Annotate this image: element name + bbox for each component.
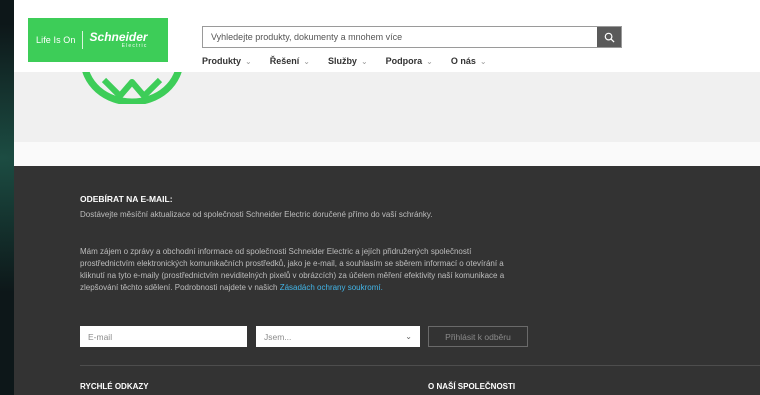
nav-item-produkty[interactable]: Produkty ⌄ [202,56,252,66]
email-field[interactable] [80,326,247,347]
subscribe-button[interactable]: Přihlásit k odběru [428,326,528,347]
about-title: O NAŠÍ SPOLEČNOSTI [428,382,516,391]
role-select-value: Jsem... [264,331,292,342]
web-page: Life Is On Schneider Electric Produkty ⌄ [14,0,760,395]
nav-item-reseni[interactable]: Řešení ⌄ [270,56,310,66]
search-bar [202,26,622,48]
logo-mark [80,72,184,104]
chevron-down-icon: ⌄ [360,56,368,66]
nav-item-sluzby[interactable]: Služby ⌄ [328,56,368,66]
privacy-policy-link[interactable]: Zásadách ochrany soukromí. [280,283,383,292]
chevron-down-icon: ⌄ [426,56,433,66]
footer-divider [80,365,760,366]
search-icon [604,32,615,43]
nav-label: Služby [327,56,357,66]
nav-item-o-nas[interactable]: O nás ⌄ [451,56,487,66]
logo-tagline: Life Is On [36,35,76,45]
logo-separator [81,31,83,49]
main-nav: Produkty ⌄ Řešení ⌄ Služby ⌄ Podpora ⌄ O… [202,56,505,66]
schneider-logo[interactable]: Life Is On Schneider Electric [28,18,168,62]
newsletter-lead: Dostávejte měsíční aktualizace od společ… [80,210,433,219]
nav-label: Produkty [202,56,242,66]
nav-label: Řešení [269,56,300,66]
logo-brand-name: Schneider [89,30,148,44]
chevron-down-icon: ⌄ [303,56,310,66]
consent-text: Mám zájem o zprávy a obchodní informace … [80,246,505,294]
chevron-down-icon: ⌄ [245,56,252,66]
site-footer: ODEBÍRAT NA E-MAIL: Dostávejte měsíční a… [14,166,760,395]
nav-label: O nás [450,56,476,66]
role-select[interactable]: Jsem... ⌄ [256,326,420,347]
search-input[interactable] [203,27,597,47]
chevron-down-icon: ⌄ [479,56,487,66]
spacer-band [14,142,760,166]
nav-label: Podpora [385,56,423,66]
quick-links-title: RYCHLÉ ODKAZY [80,382,149,391]
nav-item-podpora[interactable]: Podpora ⌄ [386,56,433,66]
logo-brand: Schneider Electric [90,31,148,49]
logo-brand-sub: Electric [121,43,148,49]
search-button[interactable] [597,27,621,47]
chevron-down-icon: ⌄ [405,332,412,341]
newsletter-title: ODEBÍRAT NA E-MAIL: [80,194,173,204]
site-header: Life Is On Schneider Electric Produkty ⌄ [14,0,760,72]
